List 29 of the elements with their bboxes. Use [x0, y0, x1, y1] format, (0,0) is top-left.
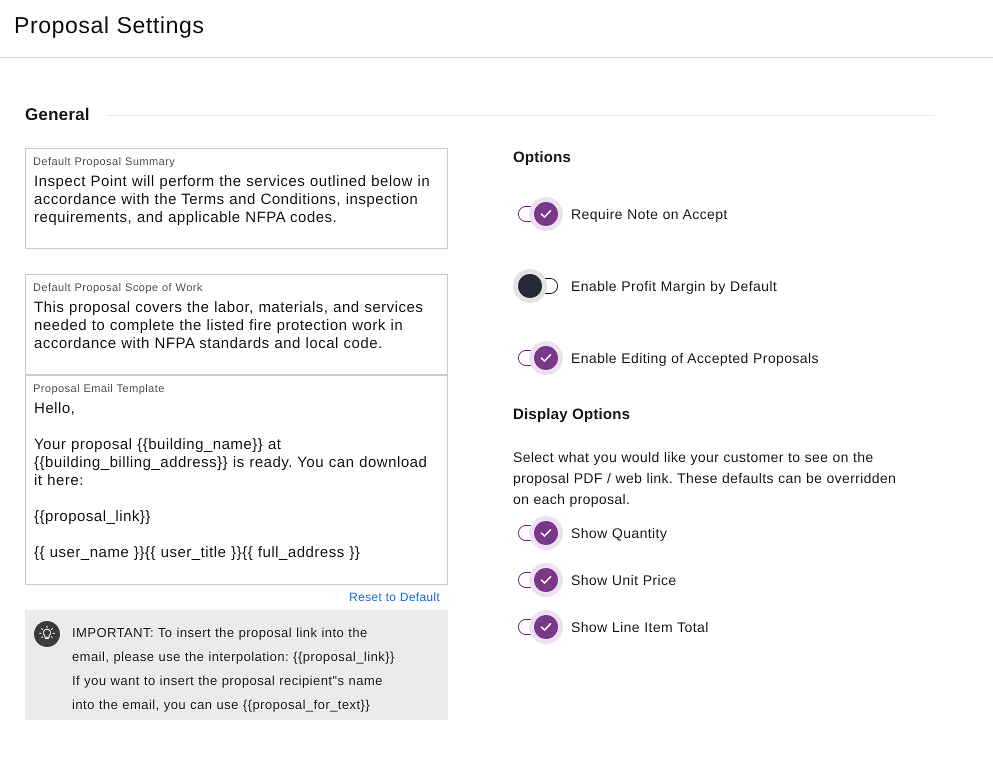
check-icon: [540, 353, 552, 363]
text-area-field[interactable]: Default Proposal Scope of Work This proposal covers the labor, materials, and services needed to complete the listed fire protection work in accordance with NFPA standards and local code.: [25, 274, 448, 375]
display-options-description: Select what you would like your customer to see on the proposal PDF / web link. These defaults can be overridden on each proposal.: [513, 448, 898, 509]
field-value: This proposal covers the labor, materials, and services needed to complete the listed fire protection work in accordance with NFPA standards and local code.: [33, 299, 424, 353]
toggle-label: Enable Editing of Accepted Proposals: [571, 349, 819, 367]
check-icon: [540, 528, 552, 538]
field-label: Proposal Email Template: [33, 382, 166, 396]
toggle-label: Show Unit Price: [571, 571, 677, 589]
lightbulb-icon: [34, 621, 60, 647]
options-heading: Options: [513, 148, 572, 168]
toggle-label: Require Note on Accept: [571, 205, 728, 223]
field-value: Inspect Point will perform the services outlined below in accordance with the Terms and Conditions, inspection requirements, and applicable NFPA codes.: [33, 173, 432, 227]
field-value: Hello, Your proposal {{building_name}} at {{building_billing_address}} is ready. You can download it here: {{proposal_link}} {{ user_name }}{{ user_title }}{{ full_address }}: [33, 400, 428, 562]
check-icon: [540, 209, 552, 219]
field-label: Default Proposal Scope of Work: [33, 281, 204, 295]
text-area-field[interactable]: Default Proposal Summary Inspect Point will perform the services outlined below in accordance with the Terms and Conditions, inspection requirements, and applicable NFPA codes.: [25, 148, 448, 249]
check-icon: [540, 622, 552, 632]
toggle-label: Enable Profit Margin by Default: [571, 277, 778, 295]
field-label: Default Proposal Summary: [33, 155, 176, 169]
reset-link[interactable]: Reset to Default: [349, 590, 440, 604]
text-area-field[interactable]: Proposal Email Template Hello, Your proposal {{building_name}} at {{building_billing_address}} is ready. You can download it here: {{proposal_link}} {{ user_name }}{{ user_title }}{{ full_address }}: [25, 375, 448, 585]
page-title: Proposal Settings: [14, 11, 204, 39]
notice-text: IMPORTANT: To insert the proposal link into the email, please use the interpolation: {{proposal_link}}: [72, 624, 396, 666]
display-options-heading: Display Options: [513, 405, 632, 425]
toggle-label: Show Quantity: [571, 524, 668, 542]
toggle-label: Show Line Item Total: [571, 618, 709, 636]
check-icon: [540, 575, 552, 585]
section-heading: General: [25, 104, 90, 126]
notice-text: If you want to insert the proposal recipient"s name into the email, you can use {{proposal_for_text}}: [72, 672, 384, 714]
